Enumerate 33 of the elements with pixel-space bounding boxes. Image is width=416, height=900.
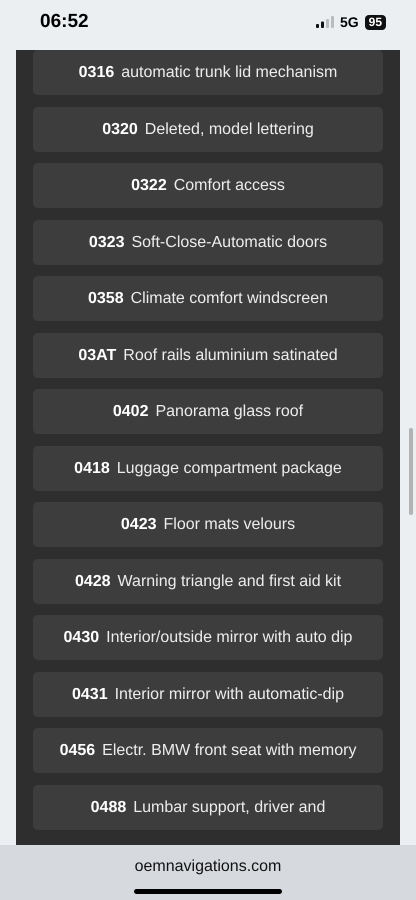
option-code: 0428 xyxy=(74,572,111,590)
option-description: Roof rails aluminium satinated xyxy=(123,346,338,364)
option-description: Luggage compartment package xyxy=(116,460,342,476)
option-description: Comfort access xyxy=(174,177,285,194)
status-time: 06:52 xyxy=(40,10,89,34)
option-code: 0322 xyxy=(131,177,167,194)
option-description: Panorama glass roof xyxy=(155,403,304,420)
option-description: Climate comfort windscreen xyxy=(130,290,328,307)
option-code: 0423 xyxy=(120,516,156,533)
option-description: Interior mirror with automatic-dip xyxy=(114,686,344,702)
option-description: Lumbar support, driver and xyxy=(133,798,326,816)
option-description: Interior/outside mirror with auto dip xyxy=(106,629,352,646)
option-code: 0323 xyxy=(88,234,124,250)
option-code: 0316 xyxy=(78,64,114,81)
option-description: Soft-Close-Automatic doors xyxy=(131,234,328,250)
option-code: 0430 xyxy=(64,629,100,646)
option-code: 0402 xyxy=(112,403,148,420)
option-code: 0358 xyxy=(88,290,124,307)
signal-icon xyxy=(316,16,334,28)
address-url[interactable]: oemnavigations.com xyxy=(134,855,282,879)
option-code: 0488 xyxy=(90,798,126,816)
option-description: Deleted, model lettering xyxy=(144,120,314,138)
option-code: 0418 xyxy=(74,460,110,476)
network-label: 5G xyxy=(340,12,359,32)
option-description: Floor mats velours xyxy=(164,516,296,533)
option-description: Electr. BMW front seat with memory xyxy=(102,742,356,759)
option-code: 0431 xyxy=(72,686,108,702)
option-description: Warning triangle and first aid kit xyxy=(118,572,342,590)
option-description: automatic trunk lid mechanism xyxy=(121,64,338,81)
option-code: 0320 xyxy=(102,120,138,138)
option-code: 03AT xyxy=(78,346,116,364)
battery-badge: 95 xyxy=(364,14,386,30)
option-code: 0456 xyxy=(60,742,96,759)
